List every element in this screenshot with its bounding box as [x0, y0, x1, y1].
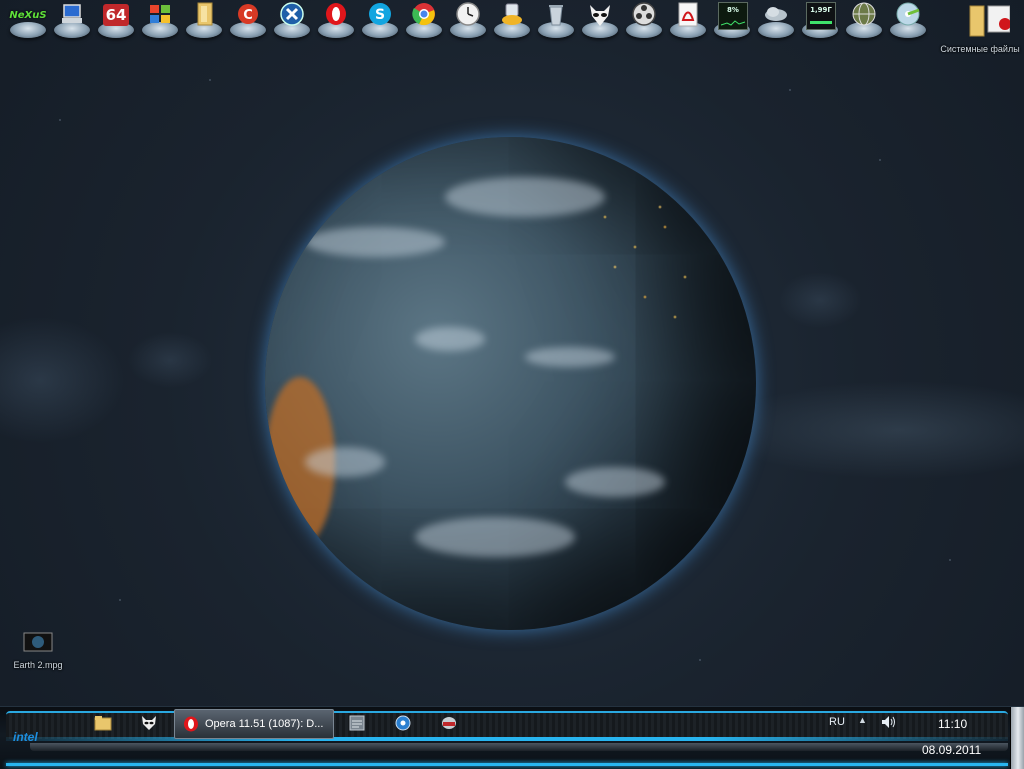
dock-item-folder[interactable]	[184, 0, 224, 42]
desktop-icon-label: Earth 2.mpg	[13, 660, 63, 670]
cloud	[415, 517, 575, 557]
dock-item-cpu-meter[interactable]: 8%	[712, 0, 752, 42]
quicklaunch-alien[interactable]	[140, 714, 158, 732]
dock-item-skype[interactable]: S	[360, 0, 400, 42]
opera-icon	[322, 2, 350, 28]
alien-icon	[142, 716, 156, 730]
dock-item-windows[interactable]	[140, 0, 180, 42]
dock-item-aida64[interactable]: 64	[96, 0, 136, 42]
dock-item-alien[interactable]	[580, 0, 620, 42]
windows-icon	[146, 2, 174, 28]
dock-item-computer[interactable]	[52, 0, 92, 42]
alien-icon	[586, 2, 614, 28]
utility-icon	[498, 2, 526, 28]
desktop-icon-earth-video[interactable]: Earth 2.mpg	[4, 632, 72, 670]
taskbar-accent-line	[6, 763, 1008, 766]
dock-item-recycle-bin[interactable]	[536, 0, 576, 42]
speaker-icon	[882, 716, 895, 728]
dock-item-utility[interactable]	[492, 0, 532, 42]
dock-item-clock[interactable]	[448, 0, 488, 42]
quicklaunch-helmet[interactable]	[440, 714, 458, 732]
volume-button[interactable]	[880, 713, 898, 731]
planet-earth	[265, 137, 756, 630]
dock-item-nexus[interactable]: NeXuS	[8, 0, 48, 42]
language-indicator[interactable]: RU	[829, 716, 845, 728]
disc-icon	[395, 715, 411, 731]
weather-icon	[762, 2, 790, 28]
quicklaunch-explorer[interactable]	[94, 714, 112, 732]
folder-icon	[94, 716, 112, 731]
dock-item-chrome[interactable]	[404, 0, 444, 42]
taskbar-bottom-bar	[30, 743, 1008, 751]
taskbar-glow	[6, 737, 1008, 741]
top-dock: NeXuS 64 C S 8% 1,99Г	[0, 0, 1024, 44]
cloud	[445, 177, 605, 217]
opera-icon	[184, 716, 198, 732]
video-file-icon	[23, 632, 53, 652]
dock-item-memory-meter[interactable]: 1,99Г	[800, 0, 840, 42]
helmet-icon	[442, 717, 456, 729]
desktop-icon-label: Системные файлы	[940, 44, 1020, 54]
quicklaunch-app[interactable]	[348, 714, 366, 732]
skype-icon: S	[366, 2, 394, 28]
clock-date[interactable]: 08.09.2011	[922, 743, 981, 757]
folder-icon	[190, 2, 218, 28]
nexus-icon: NeXuS	[9, 9, 47, 21]
show-desktop-button[interactable]	[1010, 707, 1024, 769]
dock-item-pdf[interactable]	[668, 0, 708, 42]
tray-expand-button[interactable]: ▲	[858, 715, 867, 725]
taskbar: intel Opera 11.51 (1087): D... RU ▲ 11:1…	[0, 706, 1024, 769]
taskbar-task-label: Opera 11.51 (1087): D...	[205, 718, 324, 730]
document-icon	[349, 715, 365, 731]
clock-time[interactable]: 11:10	[938, 717, 967, 731]
clock-icon	[454, 2, 482, 28]
memory-meter-icon: 1,99Г	[806, 2, 836, 30]
computer-icon	[58, 2, 86, 28]
cloud	[565, 467, 665, 497]
globe-icon	[850, 2, 878, 28]
dock-item-x-app[interactable]	[272, 0, 312, 42]
cloud	[305, 227, 445, 257]
ccleaner-icon: C	[234, 2, 262, 28]
cloud	[305, 447, 385, 477]
cpu-meter-icon: 8%	[718, 2, 748, 30]
svg-text:S: S	[375, 7, 385, 23]
recycle-bin-icon	[542, 2, 570, 28]
quicklaunch-disc[interactable]	[394, 714, 412, 732]
aida64-icon: 64	[102, 2, 130, 28]
folder-archive-icon	[969, 5, 1011, 37]
dock-item-weather[interactable]	[756, 0, 796, 42]
svg-text:C: C	[243, 8, 253, 23]
intel-logo: intel	[13, 730, 38, 744]
cloud	[525, 347, 615, 367]
dock-item-globe[interactable]	[844, 0, 884, 42]
film-reel-icon	[630, 2, 658, 28]
x-app-icon	[278, 2, 306, 28]
dock-item-opera[interactable]	[316, 0, 356, 42]
disc-icon	[894, 2, 922, 28]
dock-item-ccleaner[interactable]: C	[228, 0, 268, 42]
dock-item-disc[interactable]	[888, 0, 928, 42]
desktop-icon-system-files[interactable]: Системные файлы	[940, 4, 1020, 54]
city-lights	[585, 187, 705, 337]
pdf-icon	[674, 2, 702, 28]
taskbar-task-opera[interactable]: Opera 11.51 (1087): D...	[174, 709, 334, 739]
cloud	[415, 327, 485, 351]
chrome-icon	[410, 2, 438, 28]
dock-item-film-reel[interactable]	[624, 0, 664, 42]
